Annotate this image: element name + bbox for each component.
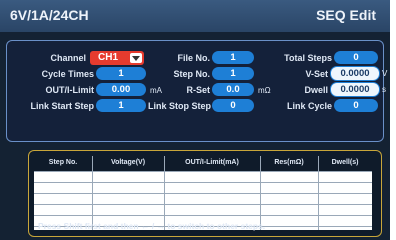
col-res: Res(mΩ) — [274, 159, 304, 166]
out-i-limit-label: OUT/I-Limit — [45, 85, 95, 95]
title-bar: 6V/1A/24CH SEQ Edit — [0, 0, 390, 32]
r-set-label: R-Set — [186, 85, 210, 95]
out-i-limit-field[interactable]: 0.00 — [96, 83, 146, 96]
table-row[interactable] — [34, 204, 372, 205]
col-dwell: Dwell(s) — [331, 159, 359, 166]
device-model: 6V/1A/24CH — [10, 7, 89, 23]
cycle-times-label: Cycle Times — [41, 69, 94, 79]
channel-value: CH1 — [98, 52, 119, 63]
file-no-label: File No. — [177, 53, 210, 63]
r-set-unit: mΩ — [258, 86, 271, 95]
table-row[interactable] — [34, 193, 372, 194]
file-no-field[interactable]: 1 — [212, 51, 254, 64]
dwell-unit: s — [382, 85, 386, 94]
table-row[interactable] — [34, 171, 372, 172]
v-set-label: V-Set — [305, 69, 328, 79]
total-steps-field[interactable]: 0 — [334, 51, 378, 64]
step-no-field[interactable]: 1 — [212, 67, 254, 80]
col-voltage: Voltage(V) — [110, 159, 146, 166]
r-set-field[interactable]: 0.0 — [212, 83, 254, 96]
table-row[interactable] — [34, 182, 372, 183]
table-header: Step No. Voltage(V) OUT/I-Limit(mA) Res(… — [34, 156, 372, 171]
total-steps-label: Total Steps — [284, 53, 332, 63]
link-cycle-field[interactable]: 0 — [334, 99, 378, 112]
link-stop-step-field[interactable]: 0 — [212, 99, 254, 112]
screen-mode: SEQ Edit — [316, 7, 376, 23]
v-set-field[interactable]: 0.0000 — [330, 66, 380, 81]
help-hint: Press Shift first and then ← / → to swit… — [38, 221, 266, 231]
step-table: Step No. Voltage(V) OUT/I-Limit(mA) Res(… — [34, 156, 372, 230]
col-step-no: Step No. — [48, 159, 78, 166]
channel-label: Channel — [50, 53, 86, 63]
screen: 6V/1A/24CH SEQ Edit Channel CH1 File No.… — [0, 0, 390, 240]
table-row[interactable] — [34, 215, 372, 216]
channel-select[interactable]: CH1 — [90, 51, 144, 65]
out-i-limit-unit: mA — [150, 86, 162, 95]
dwell-field[interactable]: 0.0000 — [330, 82, 380, 97]
cycle-times-field[interactable]: 1 — [96, 67, 146, 80]
link-start-step-field[interactable]: 1 — [96, 99, 146, 112]
step-no-label: Step No. — [173, 69, 210, 79]
dwell-label: Dwell — [304, 85, 328, 95]
col-out-i-limit: OUT/I-Limit(mA) — [185, 159, 239, 166]
v-set-unit: V — [382, 69, 388, 78]
link-start-step-label: Link Start Step — [30, 101, 94, 111]
link-cycle-label: Link Cycle — [286, 101, 332, 111]
link-stop-step-label: Link Stop Step — [148, 101, 211, 111]
chevron-down-icon[interactable] — [130, 53, 142, 63]
